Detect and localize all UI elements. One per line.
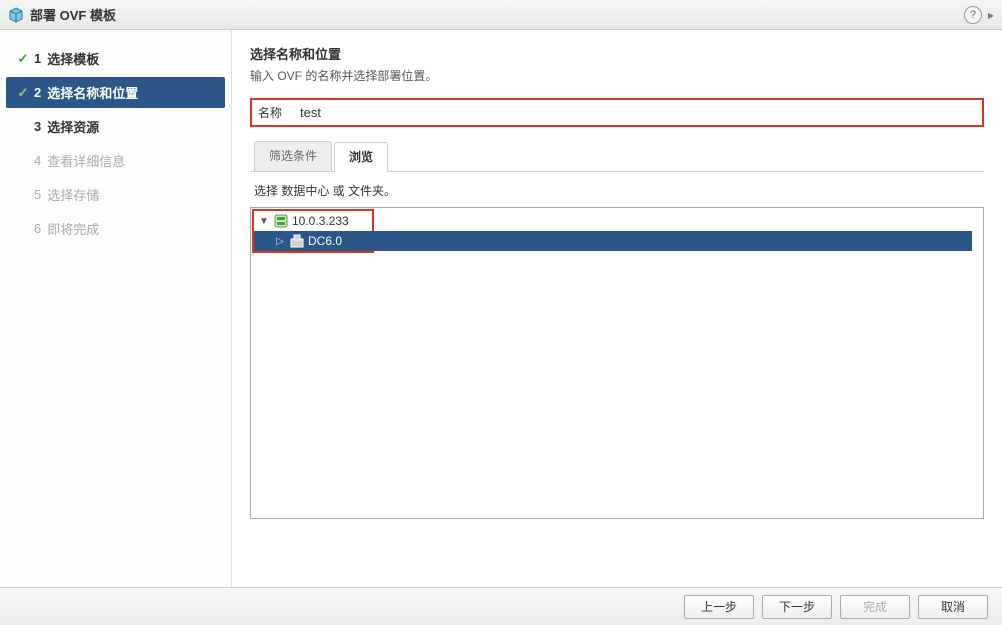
check-icon: ✓ <box>14 85 32 101</box>
vcenter-icon <box>273 214 289 228</box>
step-number: 2 <box>34 85 41 100</box>
step-label: 选择资源 <box>47 117 99 136</box>
next-button[interactable]: 下一步 <box>762 595 832 619</box>
name-field-row: 名称 <box>250 98 984 127</box>
step-number: 5 <box>34 187 41 202</box>
step-number: 4 <box>34 153 41 168</box>
step-label: 查看详细信息 <box>47 151 125 170</box>
tab-strip: 筛选条件 浏览 <box>250 141 984 172</box>
finish-button: 完成 <box>840 595 910 619</box>
check-icon: ✓ <box>14 51 32 67</box>
step-number: 3 <box>34 119 41 134</box>
step-select-storage: 5 选择存储 <box>6 179 225 210</box>
step-number: 6 <box>34 221 41 236</box>
cancel-button[interactable]: 取消 <box>918 595 988 619</box>
step-select-template[interactable]: ✓ 1 选择模板 <box>6 43 225 74</box>
location-tree[interactable]: ▼ 10.0.3.233 ▷ <box>250 207 984 519</box>
datacenter-icon <box>289 234 305 248</box>
section-title: 选择名称和位置 <box>250 44 984 63</box>
tree-node-label: DC6.0 <box>308 234 342 248</box>
name-input[interactable] <box>300 103 976 122</box>
browse-hint: 选择 数据中心 或 文件夹。 <box>254 182 980 199</box>
tree-node-label: 10.0.3.233 <box>292 214 349 228</box>
step-label: 即将完成 <box>47 219 99 238</box>
step-select-name-location[interactable]: ✓ 2 选择名称和位置 <box>6 77 225 108</box>
tab-filter[interactable]: 筛选条件 <box>254 141 332 171</box>
step-label: 选择模板 <box>47 49 99 68</box>
step-label: 选择存储 <box>47 185 99 204</box>
step-select-resource[interactable]: 3 选择资源 <box>6 111 225 142</box>
name-label: 名称 <box>258 104 300 121</box>
expand-icon[interactable]: ▸ <box>986 8 996 22</box>
back-button[interactable]: 上一步 <box>684 595 754 619</box>
tree-node-vcenter[interactable]: ▼ 10.0.3.233 <box>254 211 372 231</box>
footer: 上一步 下一步 完成 取消 <box>0 587 1002 625</box>
step-number: 1 <box>34 51 41 66</box>
caret-right-icon[interactable]: ▷ <box>274 236 286 247</box>
help-button[interactable]: ? <box>964 6 982 24</box>
cube-icon <box>8 7 24 23</box>
highlight-box: ▼ 10.0.3.233 ▷ <box>252 209 374 253</box>
tree-node-datacenter[interactable]: ▷ DC6.0 <box>254 231 972 251</box>
dialog-title: 部署 OVF 模板 <box>30 5 116 24</box>
wizard-steps: ✓ 1 选择模板 ✓ 2 选择名称和位置 3 选择资源 4 查看详细信息 5 选… <box>0 30 232 587</box>
tab-browse[interactable]: 浏览 <box>334 142 388 172</box>
titlebar: 部署 OVF 模板 ? ▸ <box>0 0 1002 30</box>
step-ready-complete: 6 即将完成 <box>6 213 225 244</box>
caret-down-icon[interactable]: ▼ <box>258 216 270 227</box>
section-subtitle: 输入 OVF 的名称并选择部署位置。 <box>250 67 984 84</box>
step-review-details: 4 查看详细信息 <box>6 145 225 176</box>
step-label: 选择名称和位置 <box>47 83 138 102</box>
main-content: 选择名称和位置 输入 OVF 的名称并选择部署位置。 名称 筛选条件 浏览 选择… <box>232 30 1002 587</box>
